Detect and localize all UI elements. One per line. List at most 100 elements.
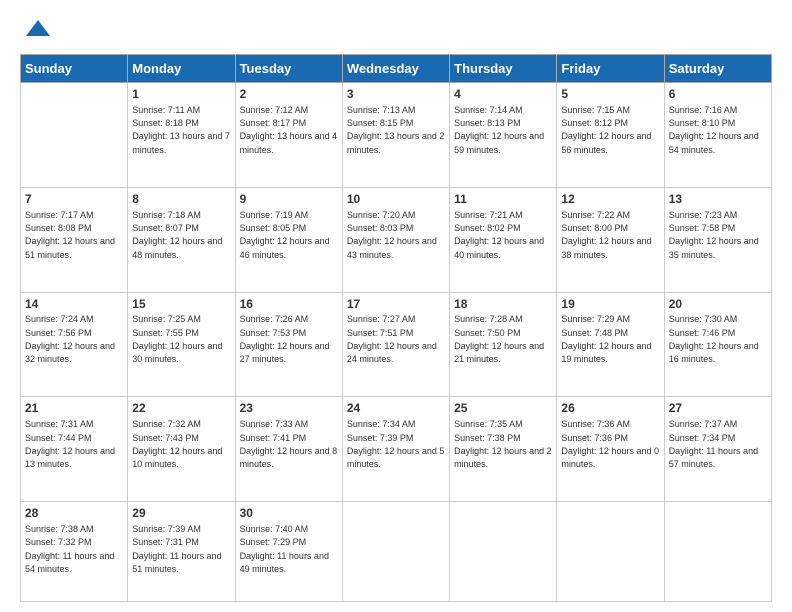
day-info: Sunrise: 7:34 AMSunset: 7:39 PMDaylight:… [347, 419, 445, 469]
calendar-cell: 23 Sunrise: 7:33 AMSunset: 7:41 PMDayligh… [235, 397, 342, 502]
day-info: Sunrise: 7:29 AMSunset: 7:48 PMDaylight:… [561, 314, 651, 364]
calendar-cell: 3Sunrise: 7:13 AMSunset: 8:15 PMDaylight… [342, 83, 449, 188]
calendar-cell [21, 83, 128, 188]
day-number: 30 [240, 505, 338, 522]
calendar-cell: 7 Sunrise: 7:17 AMSunset: 8:08 PMDaylight… [21, 187, 128, 292]
day-info: Sunrise: 7:38 AMSunset: 7:32 PMDaylight:… [25, 524, 114, 574]
day-number: 6 [669, 86, 767, 103]
calendar: SundayMondayTuesdayWednesdayThursdayFrid… [20, 54, 772, 602]
day-number: 1 [132, 86, 230, 103]
day-number: 25 [454, 400, 552, 417]
day-info: Sunrise: 7:39 AMSunset: 7:31 PMDaylight:… [132, 524, 221, 574]
logo-icon [24, 16, 52, 44]
day-number: 20 [669, 296, 767, 313]
calendar-header-row: SundayMondayTuesdayWednesdayThursdayFrid… [21, 55, 772, 83]
day-info: Sunrise: 7:23 AMSunset: 7:58 PMDaylight:… [669, 210, 759, 260]
day-of-week-header: Sunday [21, 55, 128, 83]
calendar-week-row: 14Sunrise: 7:24 AMSunset: 7:56 PMDayligh… [21, 292, 772, 397]
day-number: 5 [561, 86, 659, 103]
day-number: 27 [669, 400, 767, 417]
day-info: Sunrise: 7:12 AMSunset: 8:17 PMDaylight:… [240, 105, 338, 155]
calendar-cell: 30 Sunrise: 7:40 AMSunset: 7:29 PMDayligh… [235, 502, 342, 602]
header [20, 16, 772, 44]
day-number: 18 [454, 296, 552, 313]
day-info: Sunrise: 7:25 AMSunset: 7:55 PMDaylight:… [132, 314, 222, 364]
calendar-cell: 24 Sunrise: 7:34 AMSunset: 7:39 PMDayligh… [342, 397, 449, 502]
calendar-cell: 14Sunrise: 7:24 AMSunset: 7:56 PMDayligh… [21, 292, 128, 397]
day-number: 13 [669, 191, 767, 208]
calendar-cell: 5 Sunrise: 7:15 AMSunset: 8:12 PMDaylight… [557, 83, 664, 188]
calendar-week-row: 1 Sunrise: 7:11 AMSunset: 8:18 PMDaylight… [21, 83, 772, 188]
day-number: 17 [347, 296, 445, 313]
day-number: 21 [25, 400, 123, 417]
day-info: Sunrise: 7:26 AMSunset: 7:53 PMDaylight:… [240, 314, 330, 364]
day-of-week-header: Friday [557, 55, 664, 83]
calendar-cell [450, 502, 557, 602]
calendar-cell: 21 Sunrise: 7:31 AMSunset: 7:44 PMDayligh… [21, 397, 128, 502]
calendar-cell: 28 Sunrise: 7:38 AMSunset: 7:32 PMDayligh… [21, 502, 128, 602]
day-number: 24 [347, 400, 445, 417]
day-of-week-header: Tuesday [235, 55, 342, 83]
calendar-cell: 18Sunrise: 7:28 AMSunset: 7:50 PMDayligh… [450, 292, 557, 397]
day-number: 2 [240, 86, 338, 103]
day-number: 16 [240, 296, 338, 313]
day-of-week-header: Wednesday [342, 55, 449, 83]
day-info: Sunrise: 7:33 AMSunset: 7:41 PMDaylight:… [240, 419, 338, 469]
calendar-cell [342, 502, 449, 602]
calendar-cell [557, 502, 664, 602]
day-number: 4 [454, 86, 552, 103]
calendar-cell: 4 Sunrise: 7:14 AMSunset: 8:13 PMDaylight… [450, 83, 557, 188]
day-info: Sunrise: 7:22 AMSunset: 8:00 PMDaylight:… [561, 210, 651, 260]
calendar-cell: 8Sunrise: 7:18 AMSunset: 8:07 PMDaylight… [128, 187, 235, 292]
day-number: 28 [25, 505, 123, 522]
day-number: 23 [240, 400, 338, 417]
calendar-cell: 15Sunrise: 7:25 AMSunset: 7:55 PMDayligh… [128, 292, 235, 397]
logo [20, 16, 52, 44]
day-info: Sunrise: 7:18 AMSunset: 8:07 PMDaylight:… [132, 210, 222, 260]
calendar-cell [664, 502, 771, 602]
day-info: Sunrise: 7:21 AMSunset: 8:02 PMDaylight:… [454, 210, 544, 260]
day-info: Sunrise: 7:13 AMSunset: 8:15 PMDaylight:… [347, 105, 445, 155]
calendar-cell: 6 Sunrise: 7:16 AMSunset: 8:10 PMDaylight… [664, 83, 771, 188]
calendar-cell: 2 Sunrise: 7:12 AMSunset: 8:17 PMDaylight… [235, 83, 342, 188]
day-number: 10 [347, 191, 445, 208]
day-info: Sunrise: 7:30 AMSunset: 7:46 PMDaylight:… [669, 314, 759, 364]
day-number: 15 [132, 296, 230, 313]
calendar-cell: 10 Sunrise: 7:20 AMSunset: 8:03 PMDayligh… [342, 187, 449, 292]
page: SundayMondayTuesdayWednesdayThursdayFrid… [0, 0, 792, 612]
day-info: Sunrise: 7:20 AMSunset: 8:03 PMDaylight:… [347, 210, 437, 260]
day-info: Sunrise: 7:14 AMSunset: 8:13 PMDaylight:… [454, 105, 544, 155]
day-of-week-header: Saturday [664, 55, 771, 83]
day-number: 11 [454, 191, 552, 208]
calendar-cell: 9 Sunrise: 7:19 AMSunset: 8:05 PMDaylight… [235, 187, 342, 292]
day-info: Sunrise: 7:17 AMSunset: 8:08 PMDaylight:… [25, 210, 115, 260]
calendar-cell: 22Sunrise: 7:32 AMSunset: 7:43 PMDayligh… [128, 397, 235, 502]
day-info: Sunrise: 7:19 AMSunset: 8:05 PMDaylight:… [240, 210, 330, 260]
day-info: Sunrise: 7:36 AMSunset: 7:36 PMDaylight:… [561, 419, 659, 469]
calendar-cell: 29Sunrise: 7:39 AMSunset: 7:31 PMDayligh… [128, 502, 235, 602]
day-number: 22 [132, 400, 230, 417]
day-info: Sunrise: 7:31 AMSunset: 7:44 PMDaylight:… [25, 419, 115, 469]
calendar-cell: 17Sunrise: 7:27 AMSunset: 7:51 PMDayligh… [342, 292, 449, 397]
day-info: Sunrise: 7:28 AMSunset: 7:50 PMDaylight:… [454, 314, 544, 364]
day-number: 19 [561, 296, 659, 313]
day-info: Sunrise: 7:16 AMSunset: 8:10 PMDaylight:… [669, 105, 759, 155]
day-number: 9 [240, 191, 338, 208]
calendar-cell: 11 Sunrise: 7:21 AMSunset: 8:02 PMDayligh… [450, 187, 557, 292]
day-info: Sunrise: 7:35 AMSunset: 7:38 PMDaylight:… [454, 419, 552, 469]
day-number: 14 [25, 296, 123, 313]
day-number: 7 [25, 191, 123, 208]
day-of-week-header: Monday [128, 55, 235, 83]
day-info: Sunrise: 7:11 AMSunset: 8:18 PMDaylight:… [132, 105, 230, 155]
calendar-cell: 12 Sunrise: 7:22 AMSunset: 8:00 PMDayligh… [557, 187, 664, 292]
day-number: 26 [561, 400, 659, 417]
calendar-week-row: 7 Sunrise: 7:17 AMSunset: 8:08 PMDaylight… [21, 187, 772, 292]
calendar-week-row: 21 Sunrise: 7:31 AMSunset: 7:44 PMDayligh… [21, 397, 772, 502]
day-info: Sunrise: 7:37 AMSunset: 7:34 PMDaylight:… [669, 419, 758, 469]
day-info: Sunrise: 7:15 AMSunset: 8:12 PMDaylight:… [561, 105, 651, 155]
calendar-cell: 25 Sunrise: 7:35 AMSunset: 7:38 PMDayligh… [450, 397, 557, 502]
day-of-week-header: Thursday [450, 55, 557, 83]
day-info: Sunrise: 7:40 AMSunset: 7:29 PMDaylight:… [240, 524, 329, 574]
day-number: 12 [561, 191, 659, 208]
calendar-week-row: 28 Sunrise: 7:38 AMSunset: 7:32 PMDayligh… [21, 502, 772, 602]
